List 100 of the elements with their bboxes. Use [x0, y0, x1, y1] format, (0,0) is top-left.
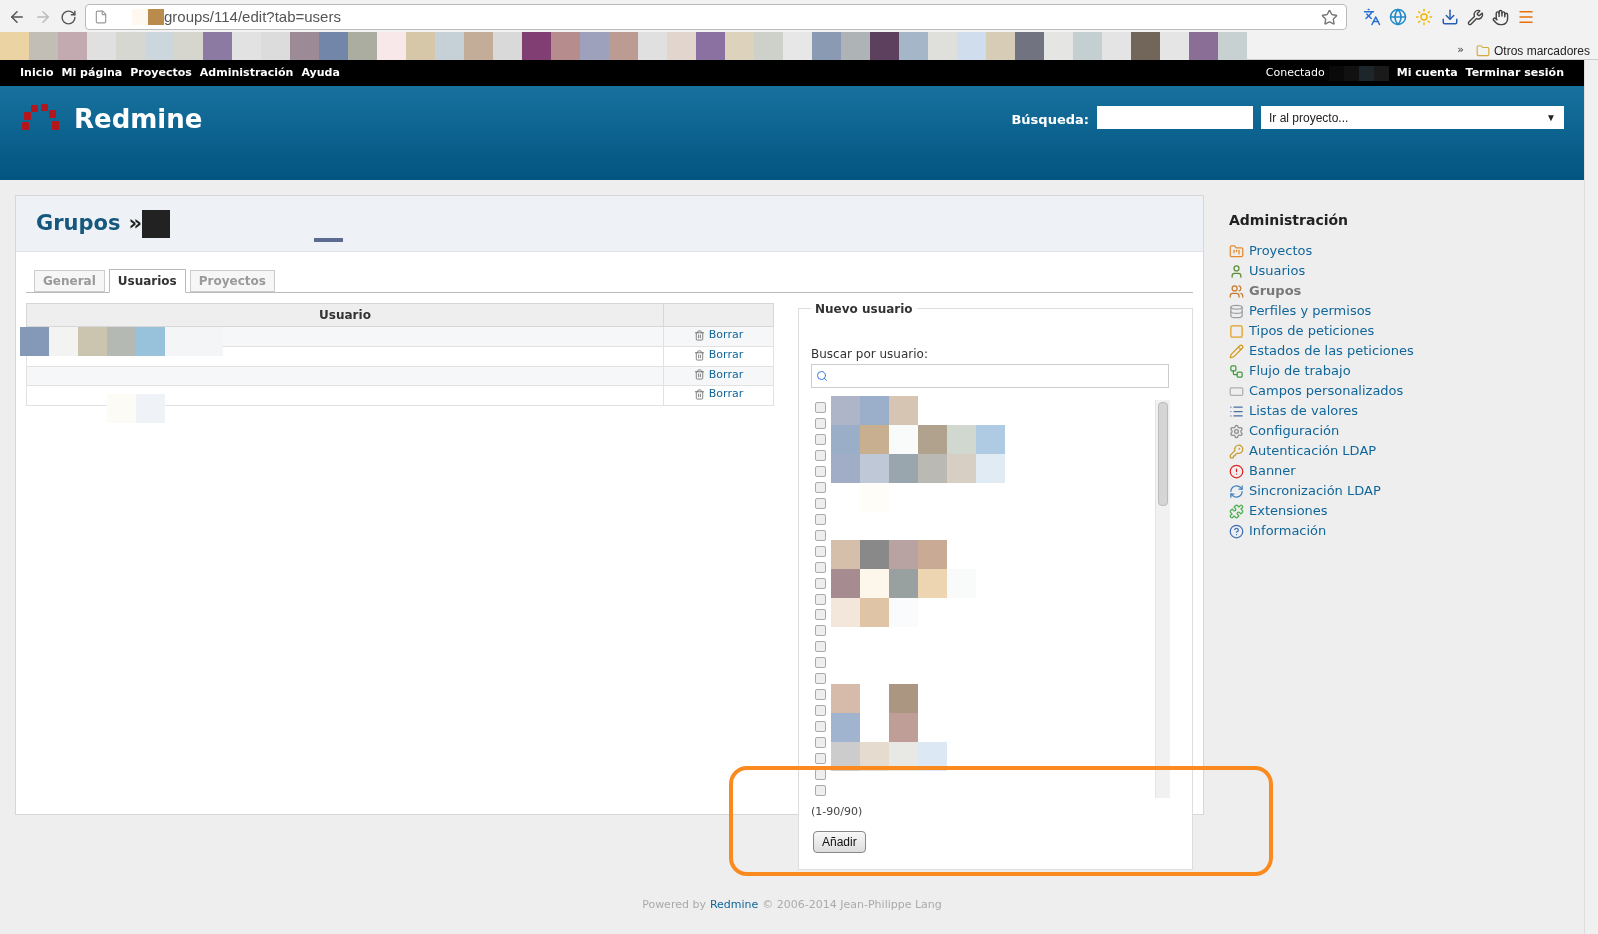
user-checkbox[interactable] — [815, 704, 826, 716]
folder-icon — [1475, 43, 1490, 58]
user-icon — [1229, 263, 1244, 279]
user-checkbox[interactable] — [815, 673, 826, 685]
add-button[interactable]: Añadir — [813, 830, 866, 853]
user-checkbox[interactable] — [815, 752, 826, 764]
users-icon — [1229, 283, 1244, 299]
projects-icon — [1229, 243, 1244, 259]
sidebar-link[interactable]: Usuarios — [1229, 261, 1414, 281]
trash-icon — [693, 389, 705, 400]
download-icon[interactable] — [1441, 8, 1459, 26]
bookmark-star-icon[interactable] — [1321, 8, 1338, 26]
pixelated-redaction — [1328, 65, 1389, 81]
sync-icon — [1229, 483, 1244, 499]
sidebar-link[interactable]: Listas de valores — [1229, 401, 1414, 421]
list-scrollbar[interactable] — [1155, 400, 1170, 798]
footer-link[interactable]: Redmine — [709, 896, 759, 914]
user-checkbox[interactable] — [815, 513, 826, 525]
user-checkbox[interactable] — [815, 498, 826, 509]
page-icon — [94, 10, 108, 24]
help-icon — [1229, 523, 1244, 539]
redmine-logo-icon — [20, 102, 62, 132]
project-select[interactable]: Ir al proyecto... ▼ — [1261, 106, 1564, 129]
forward-icon[interactable] — [34, 8, 52, 26]
user-checkbox[interactable] — [815, 561, 826, 573]
top-menu-link[interactable]: Mi página — [61, 64, 123, 82]
address-bar[interactable]: groups/114/edit?tab=users — [85, 4, 1347, 30]
trash-icon — [693, 349, 705, 361]
user-checkbox[interactable] — [815, 545, 826, 557]
top-menu-link[interactable]: Administración — [199, 64, 294, 82]
sidebar-link[interactable]: Banner — [1229, 461, 1414, 481]
sidebar-link[interactable]: Flujo de trabajo — [1229, 361, 1414, 381]
square-icon — [1229, 323, 1244, 339]
top-menu-link[interactable]: Proyectos — [130, 64, 192, 82]
other-bookmarks[interactable]: Otros marcadores — [1493, 41, 1590, 60]
weather-icon[interactable] — [1415, 8, 1433, 26]
sidebar-link[interactable]: Proyectos — [1229, 241, 1414, 261]
key-icon — [1229, 443, 1244, 459]
puzzle-icon — [1229, 503, 1244, 519]
user-checkbox[interactable] — [815, 720, 826, 732]
wrench-icon[interactable] — [1467, 8, 1484, 26]
sidebar-link[interactable]: Tipos de peticiones — [1229, 321, 1414, 341]
user-checkbox[interactable] — [815, 402, 826, 414]
user-checkbox[interactable] — [815, 736, 826, 748]
back-icon[interactable] — [8, 8, 26, 26]
user-checkbox[interactable] — [815, 529, 826, 541]
pixelated-redaction — [142, 209, 171, 238]
user-checkbox[interactable] — [815, 466, 826, 478]
app-title: Redmine — [74, 103, 203, 136]
sidebar-link[interactable]: Sincronización LDAP — [1229, 481, 1414, 501]
search-label: Buscar por usuario: — [811, 346, 929, 363]
user-checkbox[interactable] — [815, 418, 826, 430]
breadcrumb-separator: » — [128, 209, 143, 237]
workflow-icon — [1229, 363, 1244, 379]
database-icon — [1229, 303, 1244, 319]
search-field[interactable] — [1097, 106, 1253, 129]
bookmarks-overflow[interactable]: » — [1457, 42, 1464, 59]
sidebar-title: Administración — [1229, 211, 1350, 230]
user-checkbox[interactable] — [815, 641, 826, 653]
globe-icon[interactable] — [1389, 8, 1407, 26]
user-checkbox[interactable] — [815, 689, 826, 701]
search-icon — [816, 370, 828, 382]
sidebar-link[interactable]: Grupos — [1229, 281, 1414, 301]
trash-icon — [693, 369, 705, 381]
sidebar-link[interactable]: Autenticación LDAP — [1229, 441, 1414, 461]
tab[interactable]: Usuarios — [108, 269, 186, 293]
url-text: groups/114/edit?tab=users — [164, 6, 341, 27]
user-checkbox[interactable] — [815, 593, 826, 605]
sidebar-link[interactable]: Estados de las peticiones — [1229, 341, 1414, 361]
user-search-field[interactable] — [811, 364, 1169, 388]
sidebar-link[interactable]: Campos personalizados — [1229, 381, 1414, 401]
user-checkbox[interactable] — [815, 657, 826, 669]
column-header: Usuario — [26, 303, 664, 327]
sidebar-link[interactable]: Configuración — [1229, 421, 1414, 441]
account-link[interactable]: Terminar sesión — [1465, 64, 1564, 82]
sidebar-link[interactable]: Perfiles y permisos — [1229, 301, 1414, 321]
user-checkbox[interactable] — [815, 625, 826, 637]
pencil-icon — [1229, 343, 1244, 359]
trash-icon — [693, 329, 705, 341]
sidebar-link[interactable]: Extensiones — [1229, 501, 1414, 521]
list-icon — [1229, 403, 1244, 419]
user-checkbox[interactable] — [815, 434, 826, 446]
alert-icon — [1229, 463, 1244, 479]
search-label: Búsqueda: — [1011, 111, 1089, 129]
account-link[interactable]: Mi cuenta — [1396, 64, 1458, 82]
menu-icon[interactable] — [1517, 8, 1535, 26]
user-checkbox[interactable] — [815, 609, 826, 621]
settings-icon — [1229, 423, 1244, 439]
top-menu-link[interactable]: Ayuda — [301, 64, 340, 82]
user-checkbox[interactable] — [815, 577, 826, 589]
top-menu-link[interactable]: Inicio — [20, 64, 54, 82]
reload-icon[interactable] — [60, 8, 77, 26]
user-checkbox[interactable] — [815, 450, 826, 462]
hand-icon[interactable] — [1492, 8, 1509, 26]
user-checkbox[interactable] — [815, 482, 826, 494]
page-title: Grupos — [36, 209, 121, 237]
user-checkbox[interactable] — [815, 768, 826, 780]
sidebar-link[interactable]: Información — [1229, 521, 1414, 541]
translate-icon[interactable] — [1363, 8, 1381, 26]
user-checkbox[interactable] — [815, 784, 826, 796]
